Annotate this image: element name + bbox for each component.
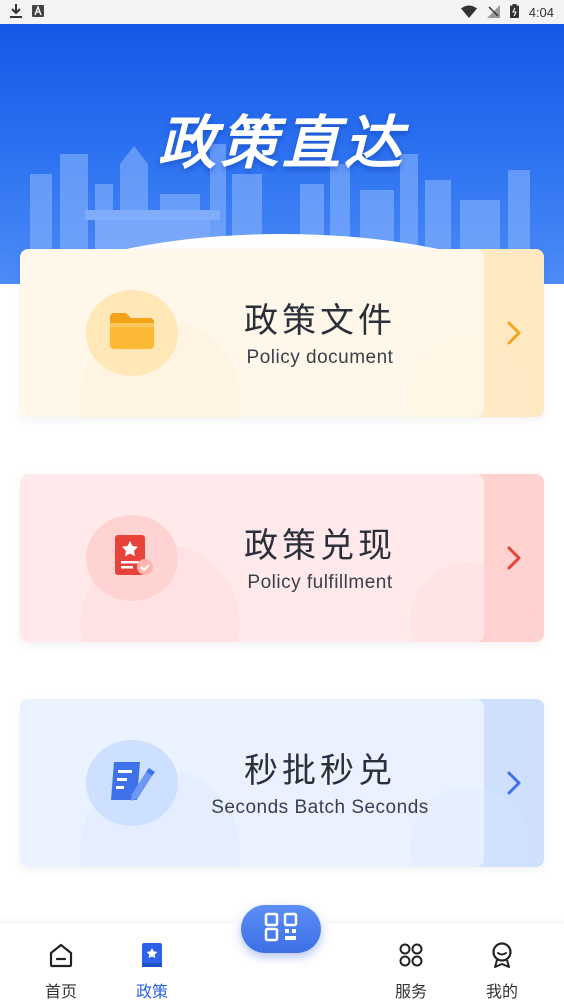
status-bar: 4:04: [0, 0, 564, 24]
policy-document-card[interactable]: 政策文件 Policy document: [20, 249, 544, 417]
edit-document-icon: [108, 758, 156, 809]
chevron-right-icon[interactable]: [502, 544, 526, 572]
nav-label: 政策: [135, 984, 168, 1001]
profile-badge-icon: [487, 940, 517, 970]
card-subtitle: Policy fulfillment: [247, 572, 393, 593]
wifi-icon: [460, 5, 477, 20]
card-title: 政策文件: [244, 301, 396, 341]
chevron-right-icon[interactable]: [502, 769, 526, 797]
home-icon: [46, 940, 76, 970]
status-time: 4:04: [528, 4, 554, 20]
nav-label: 服务: [394, 984, 427, 1001]
certificate-icon: [109, 533, 155, 584]
nav-item-mine[interactable]: 我的: [481, 924, 523, 1002]
download-icon: [10, 4, 22, 20]
qr-scan-button[interactable]: [241, 905, 321, 953]
nav-label: 首页: [44, 984, 77, 1001]
nav-item-policy[interactable]: 政策: [131, 924, 173, 1002]
status-right: 4:04: [460, 4, 554, 20]
a-badge-icon: [32, 5, 44, 19]
nav-item-service[interactable]: 服务: [390, 924, 432, 1002]
edit-document-icon-circle: [86, 740, 178, 826]
hero-banner: 政策直达: [0, 24, 564, 284]
folder-icon-circle: [86, 290, 178, 376]
folder-icon: [108, 311, 156, 356]
qr-code-icon: [264, 912, 298, 947]
certificate-icon-circle: [86, 515, 178, 601]
battery-icon: [509, 4, 519, 20]
status-left: [10, 4, 44, 20]
nav-label: 我的: [485, 984, 518, 1001]
policy-fulfillment-card[interactable]: 政策兑现 Policy fulfillment: [20, 474, 544, 642]
nav-item-home[interactable]: 首页: [40, 924, 82, 1002]
card-title: 政策兑现: [244, 526, 396, 566]
seconds-batch-card[interactable]: 秒批秒兑 Seconds Batch Seconds: [20, 699, 544, 867]
no-signal-icon: [486, 4, 500, 20]
policy-book-icon: [137, 940, 167, 970]
hero-title: 政策直达: [157, 109, 406, 177]
card-title: 秒批秒兑: [244, 751, 396, 791]
chevron-right-icon[interactable]: [502, 319, 526, 347]
grid-apps-icon: [396, 940, 426, 970]
card-subtitle: Seconds Batch Seconds: [211, 797, 429, 818]
card-subtitle: Policy document: [246, 347, 394, 368]
